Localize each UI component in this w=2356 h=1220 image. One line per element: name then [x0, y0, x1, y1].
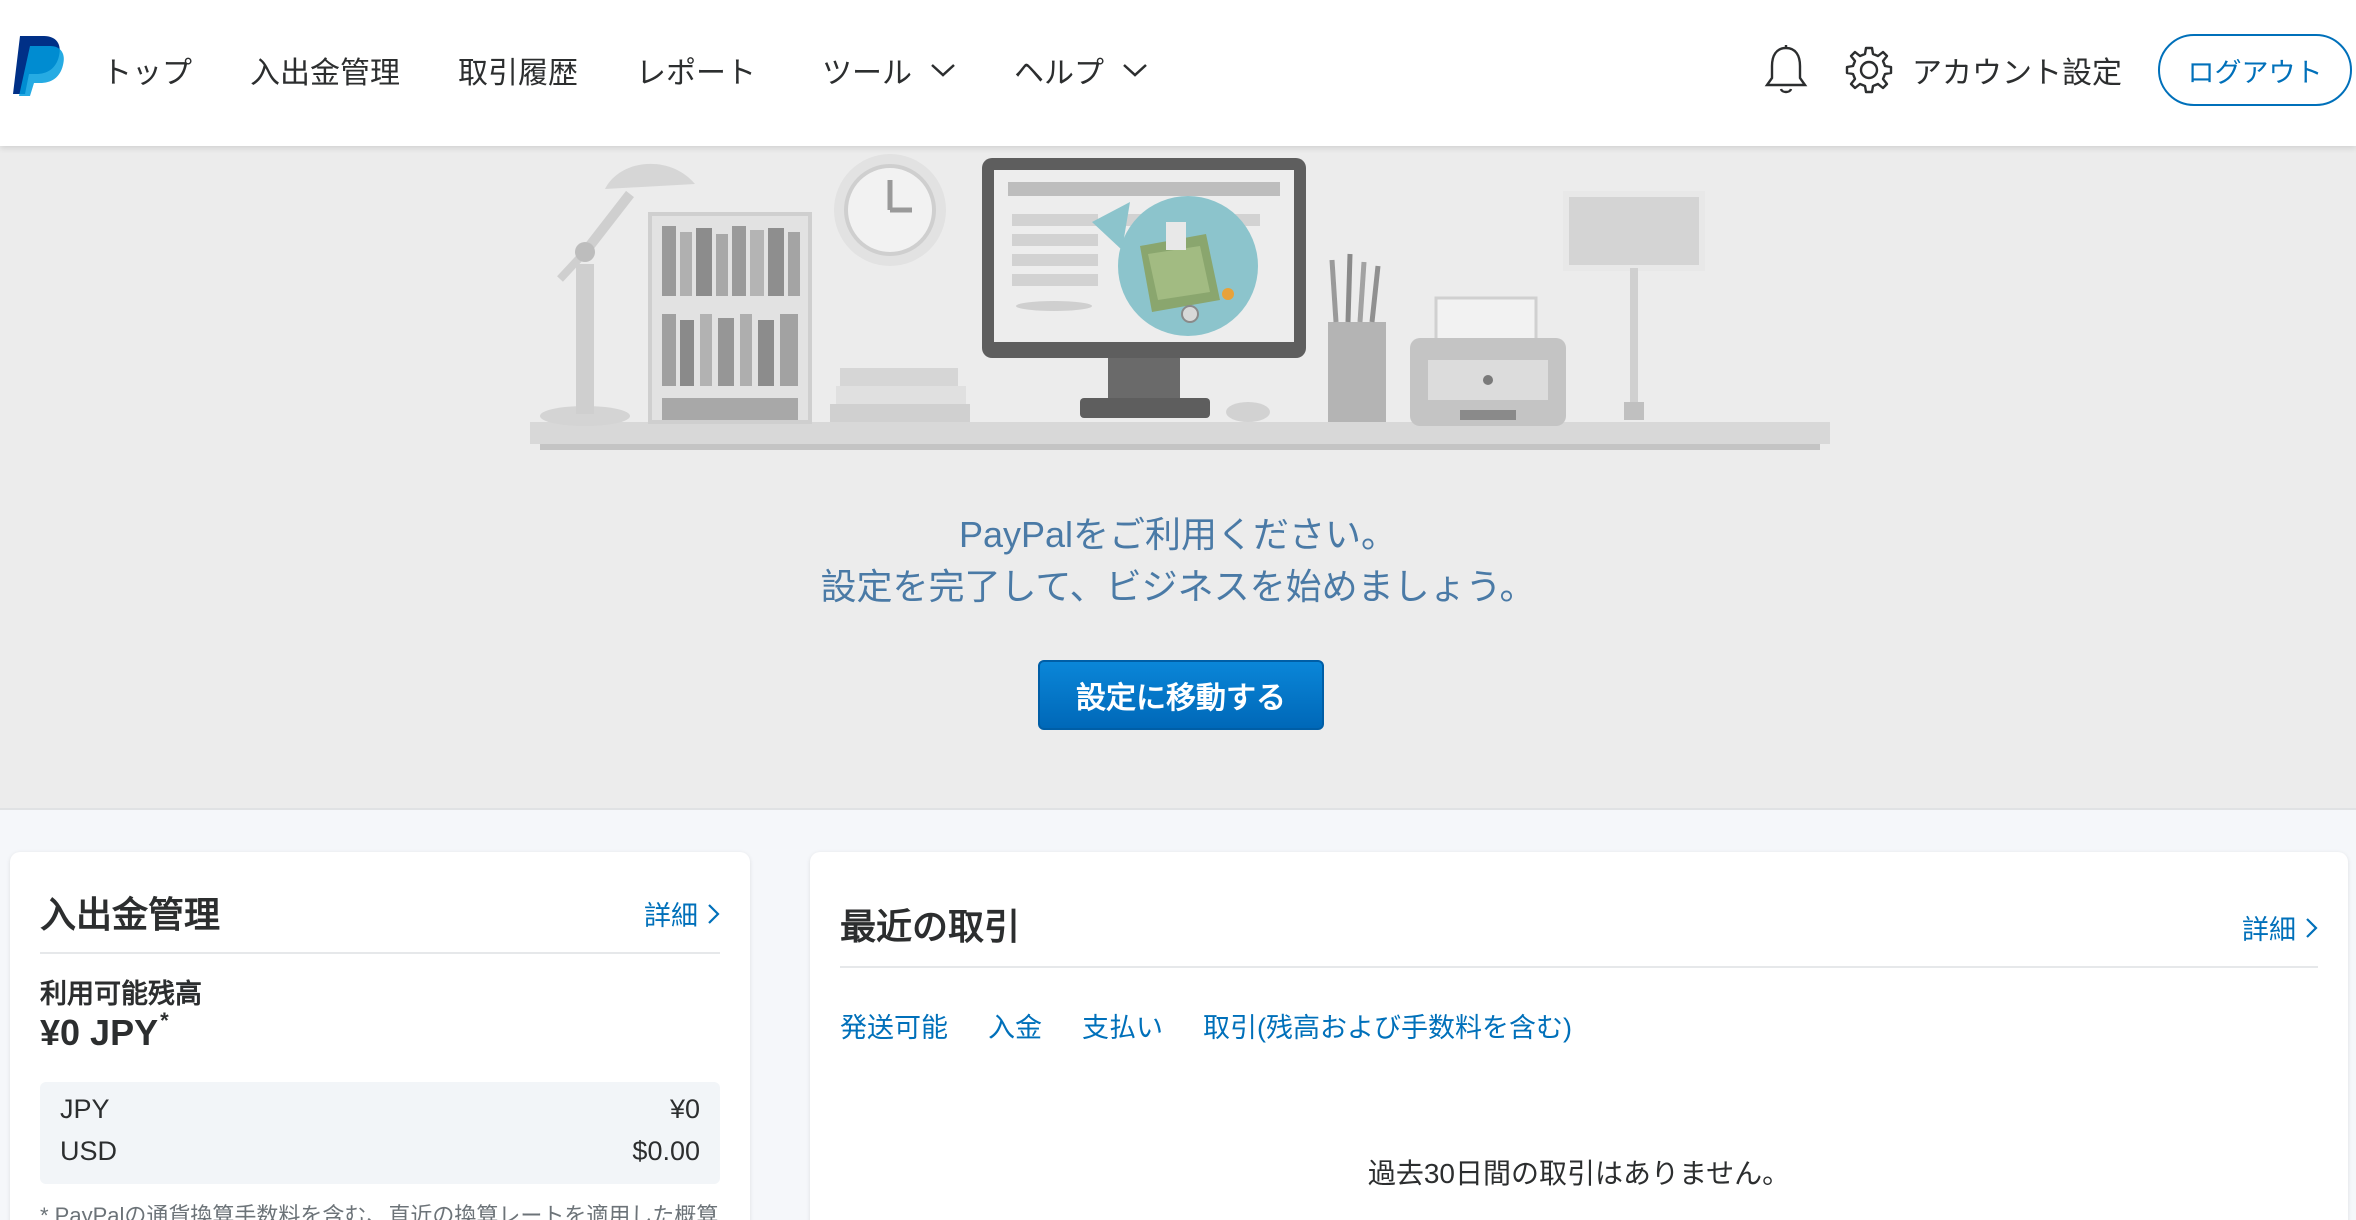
- nav-money-management-label: 入出金管理: [250, 57, 400, 90]
- hero-welcome-line: PayPalをご利用ください。: [958, 514, 1398, 555]
- header-right-tools: アカウント設定 ログアウト: [1762, 0, 2356, 140]
- recent-transactions-title: 最近の取引: [840, 906, 1021, 947]
- currency-row-jpy: JPY ¥0: [60, 1094, 700, 1125]
- chevron-right-icon: [2306, 917, 2318, 938]
- nav-reports[interactable]: レポート: [636, 48, 756, 92]
- chevron-right-icon: [708, 903, 720, 924]
- empty-transactions-message: 過去30日間の取引はありません。: [1367, 1158, 1791, 1189]
- account-settings-link[interactable]: アカウント設定: [1912, 48, 2122, 92]
- tab-payments-sent[interactable]: 支払い: [1082, 1006, 1163, 1045]
- chevron-down-icon: [931, 64, 955, 77]
- go-to-settings-button[interactable]: 設定に移動する: [1038, 660, 1324, 730]
- top-navigation-bar: トップ 入出金管理 取引履歴 レポート ツール ヘルプ アカウント設定 ログアウ…: [0, 0, 2356, 146]
- hero-subtitle-line: 設定を完了して、ビジネスを始めましょう。: [820, 566, 1536, 607]
- balance-footnote-mark: *: [160, 1008, 169, 1033]
- currency-amount: ¥0: [669, 1094, 700, 1124]
- currency-amount: $0.00: [632, 1136, 700, 1166]
- main-nav: トップ 入出金管理 取引履歴 レポート ツール ヘルプ: [102, 0, 1206, 140]
- balance-card-title: 入出金管理: [40, 894, 221, 935]
- nav-tools-dropdown[interactable]: ツール: [822, 48, 956, 92]
- conversion-footnote: * PayPalの通貨換算手数料を含む、直近の換算レートを適用した概算: [40, 1203, 719, 1220]
- gear-icon[interactable]: [1844, 45, 1894, 95]
- recent-transactions-card: 最近の取引 詳細 発送可能 入金 支払い 取引(残高および手数料を含む) 過去3…: [810, 852, 2348, 1220]
- desk-illustration: [530, 154, 1830, 450]
- nav-top[interactable]: トップ: [102, 48, 192, 92]
- nav-transaction-history[interactable]: 取引履歴: [458, 48, 578, 92]
- logout-button[interactable]: ログアウト: [2158, 34, 2352, 106]
- tab-ready-to-ship[interactable]: 発送可能: [840, 1006, 948, 1045]
- balance-card: 入出金管理 詳細 利用可能残高 ¥0 JPY* JPY ¥0 USD $0.00…: [10, 852, 750, 1220]
- nav-reports-label: レポート: [636, 57, 756, 90]
- chevron-down-icon: [1123, 64, 1147, 77]
- recent-card-divider: [840, 966, 2318, 968]
- nav-tools-label: ツール: [822, 57, 912, 90]
- available-balance-total: ¥0 JPY*: [40, 1008, 169, 1054]
- welcome-hero: PayPalをご利用ください。 設定を完了して、ビジネスを始めましょう。 設定に…: [0, 146, 2356, 810]
- paypal-logo-icon[interactable]: [10, 32, 66, 98]
- nav-money-management[interactable]: 入出金管理: [250, 48, 400, 92]
- nav-transaction-history-label: 取引履歴: [458, 57, 578, 90]
- nav-help-dropdown[interactable]: ヘルプ: [1014, 48, 1148, 92]
- tab-all-transactions[interactable]: 取引(残高および手数料を含む): [1203, 1006, 1572, 1045]
- nav-top-label: トップ: [102, 57, 192, 90]
- currency-row-usd: USD $0.00: [60, 1136, 700, 1167]
- transaction-filter-tabs: 発送可能 入金 支払い 取引(残高および手数料を含む): [840, 1006, 1612, 1045]
- nav-help-label: ヘルプ: [1014, 57, 1104, 90]
- balance-details-label: 詳細: [644, 901, 698, 931]
- recent-details-link[interactable]: 詳細: [2242, 908, 2318, 947]
- currency-balance-list: JPY ¥0 USD $0.00: [40, 1082, 720, 1184]
- currency-code: JPY: [60, 1094, 110, 1124]
- balance-details-link[interactable]: 詳細: [644, 894, 720, 933]
- bell-icon[interactable]: [1762, 44, 1810, 96]
- balance-total-value: ¥0 JPY: [40, 1012, 159, 1053]
- balance-card-divider: [40, 952, 720, 954]
- currency-code: USD: [60, 1136, 118, 1166]
- available-balance-label: 利用可能残高: [40, 979, 202, 1009]
- recent-details-label: 詳細: [2242, 915, 2296, 945]
- tab-payments-received[interactable]: 入金: [988, 1006, 1042, 1045]
